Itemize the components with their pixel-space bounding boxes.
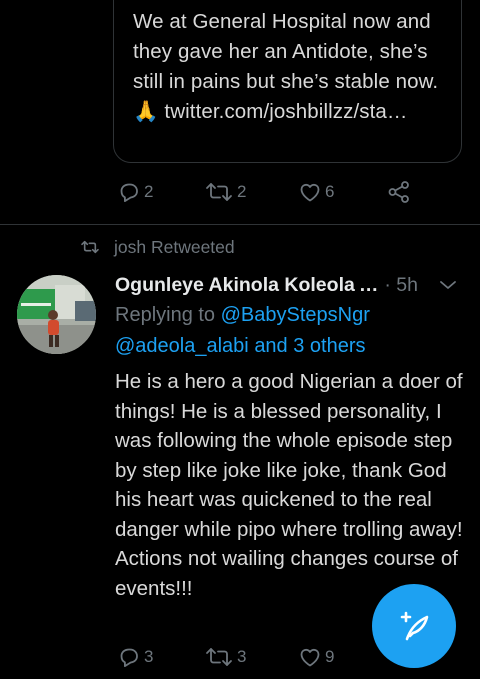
share-button[interactable] [386, 177, 412, 207]
reply-icon [120, 648, 138, 667]
tweet-timestamp[interactable]: · 5h [384, 274, 418, 297]
like-button[interactable]: 9 [298, 642, 334, 672]
retweet-count: 3 [237, 647, 247, 666]
others-link[interactable]: 3 others [293, 335, 365, 357]
reply-button[interactable]: 3 [117, 642, 153, 672]
retweet-count: 2 [237, 182, 247, 201]
retweet-icon [206, 648, 232, 666]
mention-link[interactable]: @adeola_alabi [115, 335, 249, 357]
reply-icon [120, 183, 138, 202]
retweet-small-icon [81, 240, 99, 254]
tweet-text: He is a hero a good Nigerian a doer of t… [115, 370, 463, 600]
tweet-header: Ogunleye Akinola Koleola … · 5h [115, 271, 465, 299]
compose-tweet-button[interactable] [372, 584, 456, 668]
reply-button[interactable]: 2 [117, 177, 153, 207]
tweet-actions-top: 2 2 6 [0, 177, 480, 207]
retweeted-by-label: josh Retweeted [114, 236, 235, 257]
reply-count: 3 [144, 647, 154, 666]
quoted-tweet-text: We at General Hospital now and they gave… [133, 10, 439, 123]
compose-tweet-icon [400, 611, 429, 641]
avatar-photo [17, 275, 96, 354]
quoted-tweet-card[interactable]: We at General Hospital now and they gave… [113, 0, 462, 163]
replying-to-label: Replying to [115, 304, 216, 326]
avatar[interactable] [17, 275, 96, 354]
author-name[interactable]: Ogunleye Akinola Koleola [115, 274, 355, 297]
like-icon [300, 648, 320, 667]
like-count: 9 [325, 647, 335, 666]
retweet-button[interactable]: 3 [204, 642, 246, 672]
replying-to-line: Replying to @BabyStepsNgr @adeola_alabi … [115, 300, 465, 362]
like-button[interactable]: 6 [298, 177, 334, 207]
reply-count: 2 [144, 182, 154, 201]
like-icon [300, 183, 320, 202]
like-count: 6 [325, 182, 335, 201]
mention-link[interactable]: @BabyStepsNgr [221, 304, 370, 326]
retweet-icon [206, 183, 232, 201]
retweet-indicator[interactable]: josh Retweeted [80, 234, 235, 260]
tweet-divider [0, 224, 480, 225]
share-icon [388, 181, 409, 203]
and-label: and [254, 335, 288, 357]
author-name-ellipsis: … [358, 273, 379, 296]
caret-down-icon[interactable] [439, 279, 457, 291]
retweet-button[interactable]: 2 [204, 177, 246, 207]
